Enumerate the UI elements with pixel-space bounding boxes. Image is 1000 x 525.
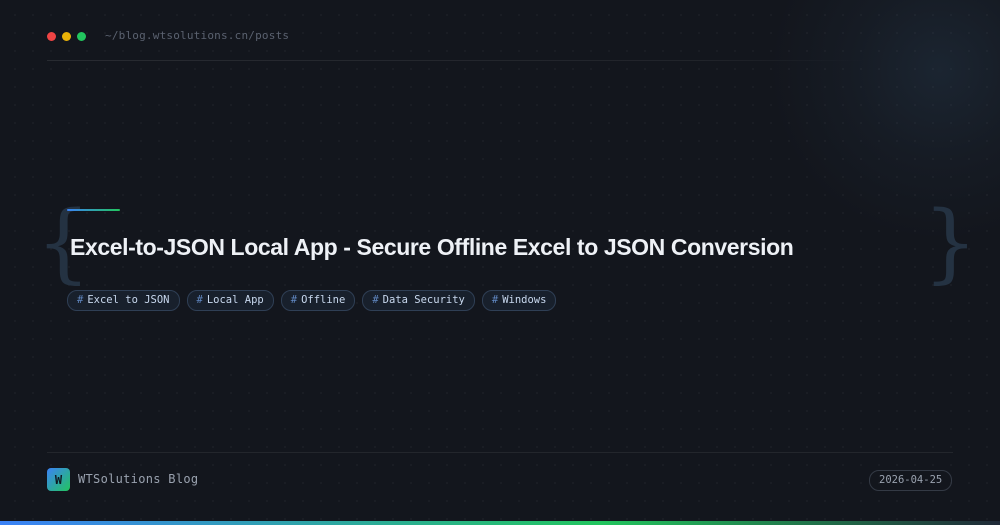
hash-icon: # <box>77 294 84 306</box>
tag-label: Offline <box>301 294 346 306</box>
bottom-divider <box>47 452 953 453</box>
url-path: ~/blog.wtsolutions.cn/posts <box>105 29 290 42</box>
tag-label: Windows <box>502 294 547 306</box>
maximize-dot-icon[interactable] <box>77 32 86 41</box>
bottom-gradient-bar <box>0 521 1000 525</box>
tag-list: # Excel to JSON # Local App # Offline # Data… <box>67 290 557 311</box>
post-title: Excel-to-JSON Local App - Secure Offline… <box>70 234 794 260</box>
hash-icon: # <box>196 294 203 306</box>
tag-offline[interactable]: # Offline <box>280 290 356 311</box>
hash-icon: # <box>491 294 499 306</box>
tag-label: Excel to JSON <box>87 294 170 306</box>
window-controls <box>47 32 86 41</box>
brand-name: WTSolutions Blog <box>78 472 199 486</box>
tag-data-security[interactable]: # Data Security <box>362 290 475 311</box>
hash-icon: # <box>372 294 379 306</box>
top-divider <box>47 60 867 61</box>
tag-excel-to-json[interactable]: # Excel to JSON <box>67 290 180 311</box>
blog-post-card: ~/blog.wtsolutions.cn/posts { } Excel-to… <box>0 0 1000 525</box>
hash-icon: # <box>290 294 298 306</box>
tag-local-app[interactable]: # Local App <box>186 290 274 311</box>
title-accent-line <box>67 209 120 211</box>
brand-logo-icon: W <box>47 468 70 491</box>
tag-label: Data Security <box>382 294 465 306</box>
minimize-dot-icon[interactable] <box>62 32 71 41</box>
tag-windows[interactable]: # Windows <box>481 290 557 311</box>
right-brace-icon: } <box>923 193 978 293</box>
close-dot-icon[interactable] <box>47 32 56 41</box>
tag-label: Local App <box>206 294 264 306</box>
post-date-badge: 2026-04-25 <box>869 470 953 491</box>
